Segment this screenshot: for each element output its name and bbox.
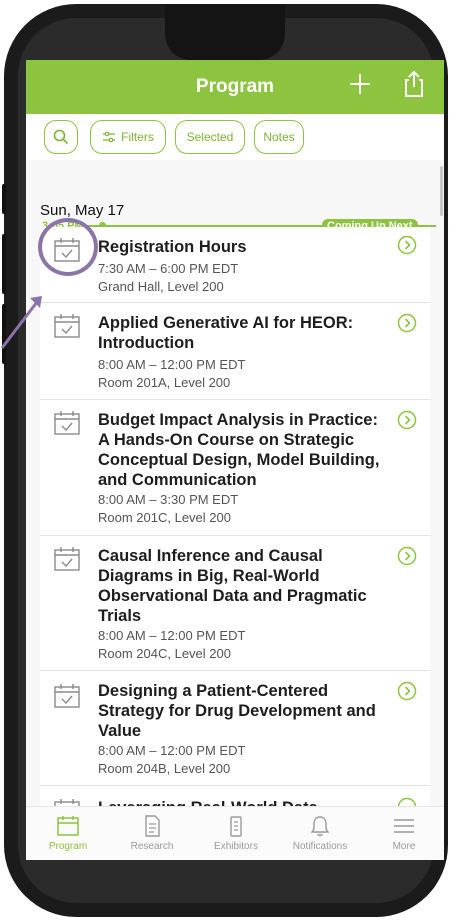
tab-label: More bbox=[392, 841, 416, 852]
chevron-right-circle-icon[interactable] bbox=[397, 546, 417, 566]
tab-label: Program bbox=[48, 841, 88, 852]
top-nav-bar: Program bbox=[26, 60, 444, 114]
mute-switch bbox=[2, 184, 6, 214]
session-card[interactable]: Leveraging Real-World Data bbox=[40, 786, 430, 806]
clipboard-icon bbox=[230, 816, 242, 837]
tab-program[interactable]: Program bbox=[26, 815, 110, 852]
tab-label: Research bbox=[130, 841, 174, 852]
chevron-right-circle-icon[interactable] bbox=[397, 797, 417, 806]
selected-label: Selected bbox=[186, 130, 234, 144]
scrollbar[interactable] bbox=[440, 166, 443, 216]
session-time: 7:30 AM – 6:00 PM EDT bbox=[98, 261, 239, 276]
tab-label: Exhibitors bbox=[214, 841, 258, 852]
session-title: Applied Generative AI for HEOR: Introduc… bbox=[98, 314, 354, 352]
session-room: Room 204B, Level 200 bbox=[98, 761, 231, 776]
session-title: Leveraging Real-World Data bbox=[98, 798, 390, 806]
session-title: Registration Hours bbox=[98, 238, 247, 256]
session-title: Budget Impact Analysis in Practice: A Ha… bbox=[98, 411, 380, 489]
calendar-icon bbox=[57, 816, 79, 836]
session-title: Designing a Patient-Centered Strategy fo… bbox=[98, 682, 376, 740]
search-button[interactable] bbox=[44, 120, 78, 154]
notes-button[interactable]: Notes bbox=[254, 120, 304, 154]
tab-exhibitors[interactable]: Exhibitors bbox=[194, 815, 278, 852]
session-card[interactable]: Registration Hours 7:30 AM – 6:00 PM EDT… bbox=[40, 227, 430, 303]
filters-label: Filters bbox=[121, 130, 154, 144]
session-card[interactable]: Budget Impact Analysis in Practice: A Ha… bbox=[40, 400, 430, 536]
tab-more[interactable]: More bbox=[362, 815, 444, 852]
page-title: Program bbox=[195, 76, 275, 97]
menu-icon bbox=[394, 819, 414, 833]
sliders-icon bbox=[103, 131, 116, 143]
session-time: 8:00 AM – 12:00 PM EDT bbox=[98, 357, 246, 372]
tab-notifications[interactable]: Notifications bbox=[278, 815, 362, 852]
session-room: Room 204C, Level 200 bbox=[98, 646, 231, 661]
bell-icon bbox=[310, 816, 330, 837]
phone-notch bbox=[165, 4, 285, 60]
session-room: Grand Hall, Level 200 bbox=[98, 279, 224, 294]
calendar-check-icon[interactable] bbox=[54, 546, 80, 572]
notes-label: Notes bbox=[263, 130, 295, 144]
tab-research[interactable]: Research bbox=[110, 815, 194, 852]
annotation-circle bbox=[38, 218, 98, 276]
filters-button[interactable]: Filters bbox=[90, 120, 166, 154]
share-icon[interactable] bbox=[402, 70, 426, 98]
session-room: Room 201C, Level 200 bbox=[98, 510, 231, 525]
annotation-arrow-icon bbox=[0, 296, 42, 349]
tab-label: Notifications bbox=[292, 841, 348, 852]
calendar-check-icon[interactable] bbox=[54, 410, 80, 436]
session-card[interactable]: Designing a Patient-Centered Strategy fo… bbox=[40, 671, 430, 786]
calendar-check-icon[interactable] bbox=[54, 798, 80, 806]
session-time: 8:00 AM – 12:00 PM EDT bbox=[98, 628, 246, 643]
add-icon[interactable] bbox=[348, 72, 372, 96]
session-card[interactable]: Applied Generative AI for HEOR: Introduc… bbox=[40, 303, 430, 400]
chevron-right-circle-icon[interactable] bbox=[397, 313, 417, 333]
app-screen: Program Filters Selected Notes Sun, May … bbox=[26, 60, 444, 860]
calendar-check-icon[interactable] bbox=[54, 683, 80, 709]
chevron-right-circle-icon[interactable] bbox=[397, 681, 417, 701]
session-room: Room 201A, Level 200 bbox=[98, 375, 231, 390]
chevron-right-circle-icon[interactable] bbox=[397, 235, 417, 255]
selected-button[interactable]: Selected bbox=[175, 120, 245, 154]
date-header: Sun, May 17 bbox=[40, 202, 125, 219]
document-icon bbox=[145, 815, 160, 837]
session-card[interactable]: Causal Inference and Causal Diagrams in … bbox=[40, 536, 430, 671]
search-icon bbox=[53, 129, 69, 145]
session-title: Causal Inference and Causal Diagrams in … bbox=[98, 547, 367, 625]
chevron-right-circle-icon[interactable] bbox=[397, 410, 417, 430]
bottom-tab-bar: Program Research Exhibitors Notification… bbox=[26, 806, 444, 860]
session-time: 8:00 AM – 3:30 PM EDT bbox=[98, 492, 239, 507]
session-time: 8:00 AM – 12:00 PM EDT bbox=[98, 743, 246, 758]
